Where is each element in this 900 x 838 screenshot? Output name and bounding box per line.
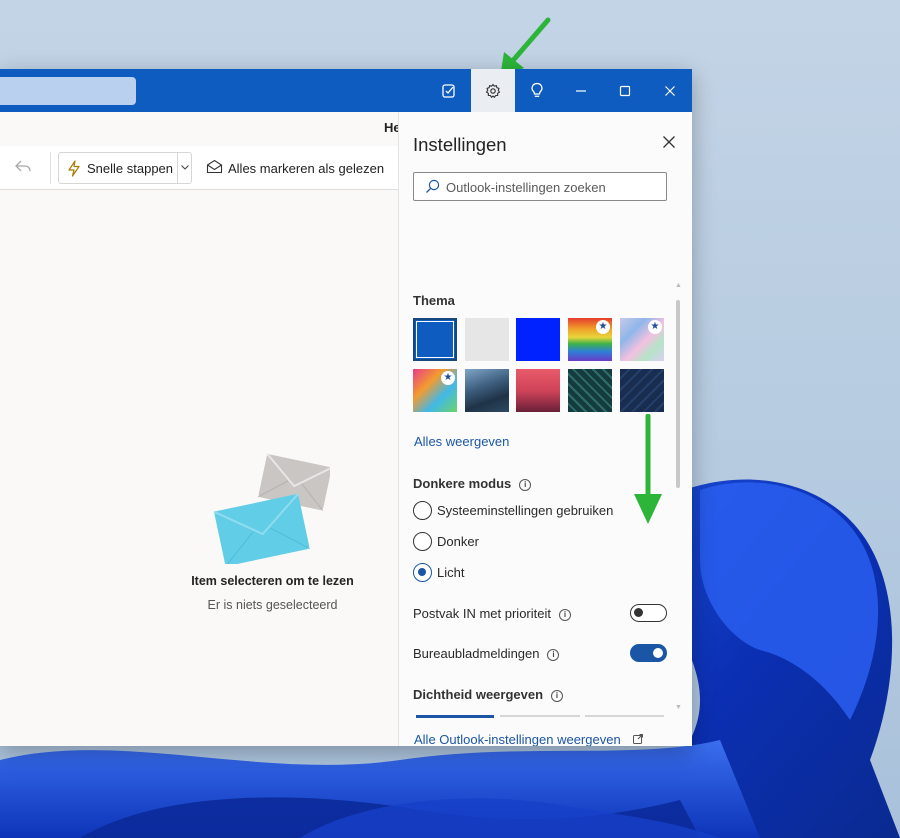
info-icon[interactable]: i [547, 649, 560, 661]
theme-tile-bright-blue[interactable] [516, 318, 560, 361]
theme-tile-circuit[interactable] [568, 369, 612, 412]
todo-icon [442, 83, 455, 98]
theme-tile-rainbow[interactable]: ★ [568, 318, 612, 361]
radio-dark[interactable]: Donker [413, 532, 533, 552]
radio-circle-selected[interactable] [413, 563, 432, 582]
density-heading: Dichtheid weergeven i [413, 687, 564, 702]
envelopes-illustration [213, 453, 330, 564]
info-icon[interactable]: i [519, 479, 532, 491]
theme-tile-navy-pattern[interactable] [620, 369, 664, 412]
close-button[interactable] [648, 69, 692, 112]
focused-inbox-label: Postvak IN met prioriteit [413, 606, 551, 621]
settings-scrollbar[interactable]: ▲ ▼ [675, 282, 682, 711]
radio-system-settings[interactable]: Systeeminstellingen gebruiken [413, 501, 653, 521]
radio-label: Systeeminstellingen gebruiken [437, 503, 614, 518]
command-bar: Snelle stappen Alles markeren als geleze… [0, 146, 398, 190]
theme-grid: ★ ★ ★ [413, 318, 664, 412]
density-option[interactable] [500, 715, 580, 717]
all-settings-label: Alle Outlook-instellingen weergeven [414, 732, 621, 746]
premium-star-icon: ★ [441, 371, 455, 385]
premium-star-icon: ★ [596, 320, 610, 334]
radio-circle[interactable] [413, 532, 432, 551]
info-icon[interactable]: i [551, 690, 564, 702]
mail-search-box[interactable] [0, 77, 136, 105]
split-divider [177, 153, 178, 183]
dark-mode-heading: Donkere modus i [413, 476, 532, 491]
title-bar [0, 69, 692, 112]
reading-pane: Snelle stappen Alles markeren als geleze… [0, 112, 398, 746]
density-option[interactable] [585, 715, 664, 717]
reply-icon[interactable] [14, 159, 32, 178]
close-icon [665, 85, 675, 96]
theme-tile-mountain[interactable] [465, 369, 509, 412]
desktop-notifications-label: Bureaubladmeldingen [413, 646, 540, 661]
dark-mode-label: Donkere modus [413, 476, 512, 491]
radio-label: Donker [437, 534, 479, 549]
desktop-notifications-row: Bureaubladmeldingen i [413, 646, 560, 661]
minimize-button[interactable] [559, 69, 603, 112]
open-envelope-icon[interactable] [206, 159, 223, 174]
maximize-icon [619, 85, 631, 96]
theme-tile-palm-sunset[interactable] [516, 369, 560, 412]
lightbulb-icon [531, 82, 543, 97]
tips-button[interactable] [515, 69, 559, 112]
density-option-selected[interactable] [416, 715, 494, 718]
desktop-notifications-toggle[interactable] [630, 644, 667, 662]
toggle-knob [634, 608, 643, 617]
todo-button[interactable] [427, 69, 471, 112]
theme-label: Thema [413, 293, 455, 308]
focused-inbox-row: Postvak IN met prioriteit i [413, 606, 571, 621]
mark-all-read-button[interactable]: Alles markeren als gelezen [228, 161, 384, 176]
search-icon [426, 179, 440, 193]
info-icon[interactable]: i [559, 609, 571, 621]
settings-icon [485, 83, 501, 98]
lightning-icon [68, 160, 80, 177]
quick-steps-label: Snelle stappen [87, 161, 174, 176]
open-external-icon [633, 734, 644, 744]
theme-tile-light-gray[interactable] [465, 318, 509, 361]
density-label: Dichtheid weergeven [413, 687, 544, 702]
settings-search-input[interactable]: Outlook-instellingen zoeken [413, 172, 667, 201]
settings-title: Instellingen [413, 134, 507, 155]
scrollbar-thumb[interactable] [676, 300, 680, 488]
all-settings-link[interactable]: Alle Outlook-instellingen weergeven [414, 732, 644, 746]
maximize-button[interactable] [603, 69, 647, 112]
show-all-themes-link[interactable]: Alles weergeven [414, 434, 509, 449]
outlook-window: Snelle stappen Alles markeren als geleze… [0, 69, 692, 746]
quick-steps-button[interactable]: Snelle stappen [58, 152, 192, 184]
theme-tile-colorful-art[interactable]: ★ [413, 369, 457, 412]
close-panel-icon[interactable] [661, 134, 677, 150]
radio-label: Licht [437, 565, 465, 580]
annotation-arrow-toggle [634, 414, 662, 524]
theme-tile-blue[interactable] [413, 318, 457, 361]
radio-light[interactable]: Licht [413, 563, 533, 583]
focused-inbox-toggle[interactable] [630, 604, 667, 622]
chevron-down-icon[interactable] [180, 162, 190, 172]
search-placeholder: Outlook-instellingen zoeken [446, 180, 606, 195]
radio-circle[interactable] [413, 501, 432, 520]
theme-tile-prism[interactable]: ★ [620, 318, 664, 361]
command-separator [50, 152, 51, 184]
scroll-down-icon[interactable]: ▼ [675, 704, 682, 711]
premium-star-icon: ★ [648, 320, 662, 334]
scroll-up-icon[interactable]: ▲ [675, 282, 682, 289]
settings-button[interactable] [471, 69, 515, 112]
toggle-knob [653, 648, 663, 658]
minimize-icon [576, 89, 586, 92]
